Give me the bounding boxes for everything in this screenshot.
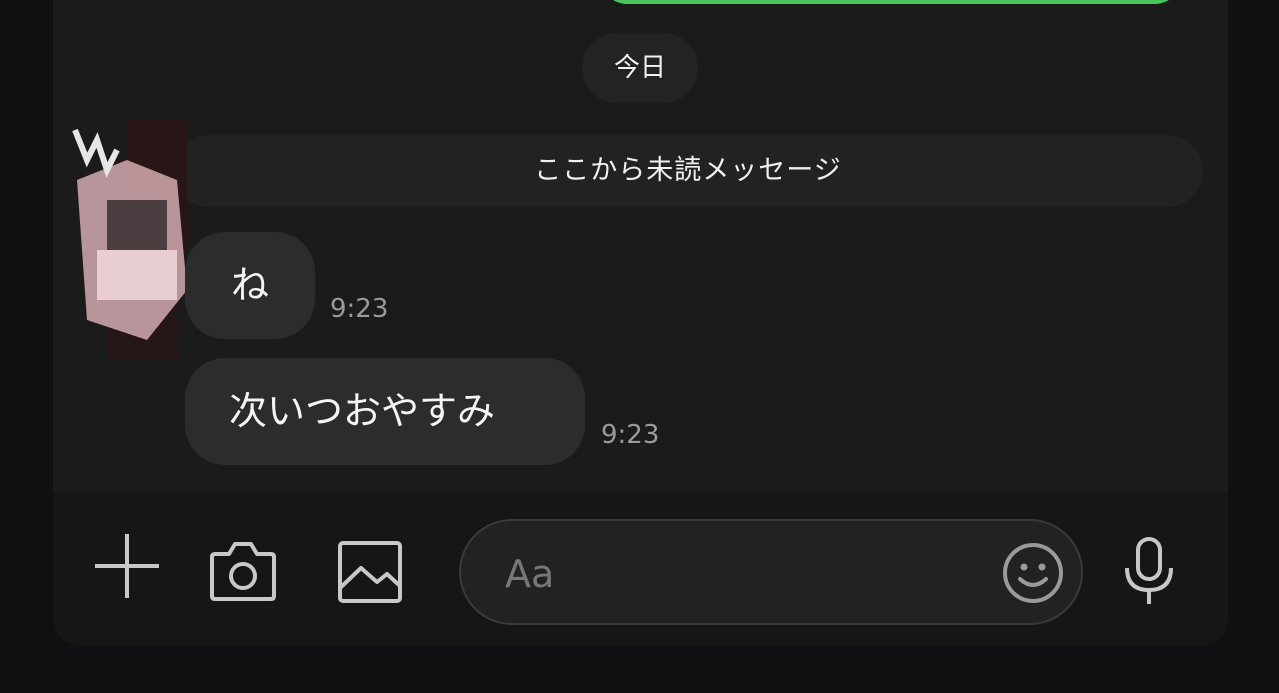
chat-window: 今日 ここから未読メッセージ ね 9:23 次いつおやすみ 9:23: [53, 0, 1228, 645]
microphone-icon: [1125, 537, 1173, 604]
message-input-box[interactable]: [459, 519, 1083, 625]
screen: 今日 ここから未読メッセージ ね 9:23 次いつおやすみ 9:23: [0, 0, 1279, 693]
message-timestamp: 9:23: [330, 294, 389, 324]
camera-button[interactable]: [209, 540, 277, 602]
message-input[interactable]: [503, 545, 987, 603]
received-message-bubble[interactable]: 次いつおやすみ: [185, 358, 585, 465]
message-list[interactable]: 今日 ここから未読メッセージ ね 9:23 次いつおやすみ 9:23: [53, 0, 1228, 492]
received-message-bubble[interactable]: ね: [185, 232, 315, 339]
avatar[interactable]: [67, 0, 197, 360]
sent-message-bubble[interactable]: [601, 0, 1181, 4]
image-icon: [338, 541, 402, 603]
avatar-image: [72, 0, 187, 360]
camera-icon: [210, 542, 276, 601]
input-toolbar: [53, 492, 1228, 645]
message-timestamp: 9:23: [601, 420, 660, 450]
microphone-button[interactable]: [1119, 536, 1179, 606]
emoji-button[interactable]: [1001, 541, 1065, 605]
plus-icon: [95, 534, 159, 598]
unread-separator: ここから未読メッセージ: [173, 135, 1203, 207]
smiley-icon: [1003, 543, 1063, 603]
date-separator: 今日: [582, 33, 698, 103]
image-button[interactable]: [337, 540, 403, 604]
add-button[interactable]: [93, 532, 161, 600]
